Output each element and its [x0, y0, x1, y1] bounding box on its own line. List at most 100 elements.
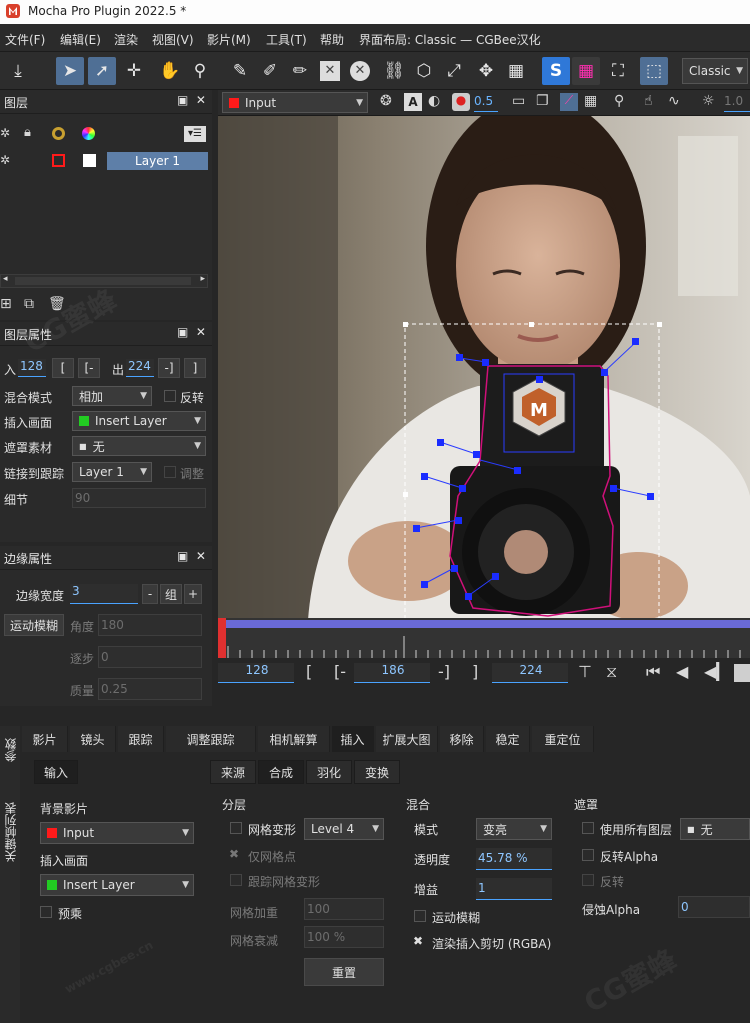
zoom-icon[interactable]: ⚲	[186, 57, 214, 85]
x-spline-tool-icon[interactable]: ✎	[226, 57, 254, 85]
menu-clip[interactable]: 影片(M)	[207, 31, 251, 48]
gear-icon[interactable]: ✲	[0, 126, 10, 140]
menu-render[interactable]: 渲染	[114, 31, 138, 48]
tab-stabilize[interactable]: 稳定	[486, 726, 530, 752]
side-tab-params[interactable]: 参数	[2, 738, 18, 762]
brightness-icon[interactable]: ☼	[702, 93, 715, 109]
layer-spline-color-icon[interactable]	[52, 154, 65, 167]
overlay-icon[interactable]: ●	[452, 93, 470, 111]
tab-lens[interactable]: 镜头	[70, 726, 116, 752]
timeline-out-field[interactable]: 224	[492, 663, 568, 683]
edge-plus-button[interactable]: +	[184, 584, 202, 604]
motion-blur-button[interactable]: 运动模糊	[4, 614, 64, 636]
set-in-point-button[interactable]: [	[306, 662, 312, 681]
color-wheel-icon[interactable]	[82, 127, 95, 140]
group-button[interactable]: 组	[160, 584, 182, 604]
play-backward-icon[interactable]: ◀	[676, 662, 688, 681]
go-out-button[interactable]: -]	[158, 358, 180, 378]
grid-view-icon[interactable]: ▦	[584, 93, 597, 109]
render-cut-check-icon[interactable]: ✖	[413, 934, 423, 948]
rect-spline-icon[interactable]: ✕	[316, 57, 344, 85]
tab-adjust-track[interactable]: 调整跟踪	[166, 726, 256, 752]
out-field[interactable]: 224	[126, 359, 154, 377]
layer-props-controls[interactable]: ▣ ✕	[177, 325, 206, 339]
link-select[interactable]: Layer 1 ▼	[72, 462, 152, 482]
hand-tool-icon[interactable]: ☝	[644, 93, 653, 109]
opacity-field[interactable]: 0.5	[474, 94, 498, 112]
tab-remove[interactable]: 移除	[440, 726, 484, 752]
layer-matte-color-icon[interactable]	[83, 154, 96, 167]
use-all-layers-checkbox[interactable]	[582, 822, 594, 834]
track-mesh-checkbox[interactable]	[230, 874, 242, 886]
edge-width-field[interactable]: 3	[70, 584, 138, 604]
tab-mega-plate[interactable]: 扩展大图	[376, 726, 438, 752]
mesh-add-field[interactable]: 100	[304, 898, 384, 920]
layer-gear-icon[interactable]: ✲	[0, 153, 10, 167]
lens-icon[interactable]: ⚲	[614, 93, 624, 109]
current-frame-field[interactable]: 186	[354, 663, 430, 683]
curve-icon[interactable]: ∿	[668, 93, 680, 109]
premultiply-checkbox[interactable]	[40, 906, 52, 918]
set-out-point-button[interactable]: ]	[472, 662, 478, 681]
insert-select[interactable]: Insert Layer ▼	[72, 411, 206, 431]
layer-select[interactable]: Input ▼	[222, 92, 368, 113]
stop-icon[interactable]	[734, 664, 750, 682]
link-icon[interactable]: ⛓	[380, 57, 408, 85]
blend-opacity-field[interactable]: 45.78 %	[476, 848, 552, 870]
reset-button[interactable]: 重置	[304, 958, 384, 986]
go-to-out-button[interactable]: -]	[438, 662, 450, 681]
zoom-field[interactable]: 1.0	[724, 94, 750, 112]
subtab-feather[interactable]: 羽化	[306, 760, 352, 784]
new-layer-icon[interactable]: ⊞	[0, 296, 12, 312]
export-icon[interactable]: ⤓	[4, 57, 32, 85]
phase-field[interactable]: 0	[98, 646, 202, 668]
layer-menu-icon[interactable]: ▾☰	[184, 126, 206, 142]
tab-reorient[interactable]: 重定位	[532, 726, 594, 752]
scale-icon[interactable]: ⤢	[440, 57, 468, 85]
duplicate-layer-icon[interactable]: ⧉	[24, 296, 34, 312]
set-in-button[interactable]: [	[52, 358, 74, 378]
tab-clip[interactable]: 影片	[22, 726, 68, 752]
matte-select[interactable]: ■ 无 ▼	[72, 436, 206, 456]
adjust-checkbox[interactable]	[164, 466, 176, 478]
menu-edit[interactable]: 编辑(E)	[60, 31, 101, 48]
in-field[interactable]: 128	[18, 359, 46, 377]
loop-icon[interactable]: ⧖	[606, 662, 617, 682]
bezier-tool-icon[interactable]: ✐	[256, 57, 284, 85]
mesh-warp-checkbox[interactable]	[230, 822, 242, 834]
select-tool-icon[interactable]: ➤	[56, 57, 84, 85]
go-to-start-icon[interactable]: ⏮	[646, 662, 660, 682]
alpha-icon[interactable]: A	[404, 93, 422, 111]
angle-field[interactable]: 180	[98, 614, 202, 636]
ripple-icon[interactable]: ⊤	[578, 662, 592, 681]
gain-field[interactable]: 1	[476, 878, 552, 900]
circle-spline-icon[interactable]: ✕	[346, 57, 374, 85]
pan-hand-icon[interactable]: ✋	[156, 57, 184, 85]
shape-icon[interactable]: ⬡	[410, 57, 438, 85]
detail-field[interactable]: 90	[72, 488, 206, 508]
viewer-canvas[interactable]: M	[218, 116, 750, 620]
layout-label[interactable]: 界面布局: Classic — CGBee汉化	[359, 31, 541, 48]
tab-camera-solve[interactable]: 相机解算	[258, 726, 330, 752]
subtab-source[interactable]: 来源	[210, 760, 256, 784]
menu-view[interactable]: 视图(V)	[152, 31, 194, 48]
bg-clip-select[interactable]: Input ▼	[40, 822, 194, 844]
matte-invert-checkbox[interactable]	[582, 874, 594, 886]
layout-select[interactable]: Classic ▼	[682, 58, 748, 84]
mesh-decay-field[interactable]: 100 %	[304, 926, 384, 948]
rgb-icon[interactable]: ❂	[380, 93, 400, 113]
stack-icon[interactable]: ❐	[536, 93, 549, 109]
invert-alpha-checkbox[interactable]	[582, 849, 594, 861]
blend-select[interactable]: 相加 ▼	[72, 386, 152, 406]
matte-source-select[interactable]: ■ 无	[680, 818, 750, 840]
timeline-in-field[interactable]: 128	[218, 663, 294, 683]
grid-warp-icon[interactable]: ▦	[502, 57, 530, 85]
timeline-bar[interactable]	[218, 618, 750, 658]
mesh-points-check-icon[interactable]: ✖	[229, 847, 239, 861]
blend-motion-blur-checkbox[interactable]	[414, 910, 426, 922]
layers-scrollbar[interactable]: ◂ ▸	[0, 274, 208, 288]
invert-checkbox[interactable]	[164, 390, 176, 402]
grid-icon[interactable]: ▦	[572, 57, 600, 85]
insert-clip-select[interactable]: Insert Layer ▼	[40, 874, 194, 896]
select-b-tool-icon[interactable]: ➚	[88, 57, 116, 85]
